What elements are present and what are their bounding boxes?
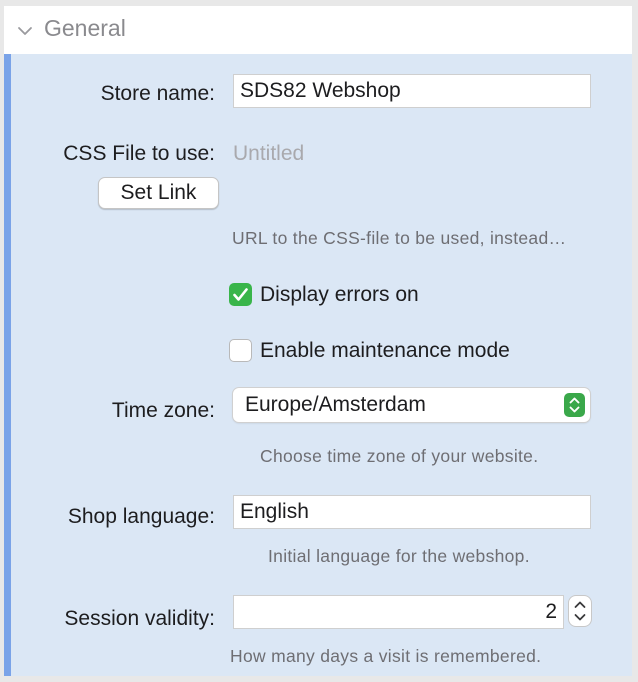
session-validity-field[interactable]: 2: [233, 595, 564, 629]
css-file-hint: URL to the CSS-file to be used, instead…: [232, 228, 567, 248]
maintenance-mode-checkbox[interactable]: [229, 339, 252, 362]
chevron-down-icon[interactable]: [16, 22, 34, 40]
up-down-arrows-icon: [564, 393, 585, 417]
checkmark-icon: [233, 288, 248, 301]
time-zone-value: Europe/Amsterdam: [245, 393, 426, 416]
shop-language-field[interactable]: English: [233, 495, 591, 529]
css-file-label: CSS File to use:: [63, 142, 215, 165]
shop-language-hint: Initial language for the webshop.: [268, 546, 530, 566]
section-content: Store name: SDS82 Webshop CSS File to us…: [4, 54, 632, 676]
session-validity-label: Session validity:: [64, 607, 215, 630]
session-validity-hint: How many days a visit is remembered.: [230, 646, 542, 666]
shop-language-label: Shop language:: [67, 505, 215, 528]
stepper-arrows-icon: [574, 601, 586, 621]
window-bottom-edge: [0, 676, 638, 682]
maintenance-mode-label[interactable]: Enable maintenance mode: [260, 339, 510, 363]
section-header-general[interactable]: General: [4, 6, 632, 54]
time-zone-label: Time zone:: [111, 399, 215, 422]
css-file-value: Untitled: [233, 142, 305, 165]
settings-panel: General Store name: SDS82 Webshop CSS Fi…: [4, 6, 632, 676]
display-errors-checkbox[interactable]: [229, 283, 252, 306]
section-title: General: [44, 15, 126, 41]
time-zone-hint: Choose time zone of your website.: [260, 446, 539, 466]
time-zone-popup[interactable]: Europe/Amsterdam: [233, 388, 590, 422]
store-name-label: Store name:: [100, 82, 215, 105]
session-validity-stepper[interactable]: [568, 595, 592, 627]
store-name-field[interactable]: SDS82 Webshop: [233, 74, 591, 108]
set-link-button[interactable]: Set Link: [98, 177, 219, 209]
display-errors-label[interactable]: Display errors on: [260, 283, 419, 307]
